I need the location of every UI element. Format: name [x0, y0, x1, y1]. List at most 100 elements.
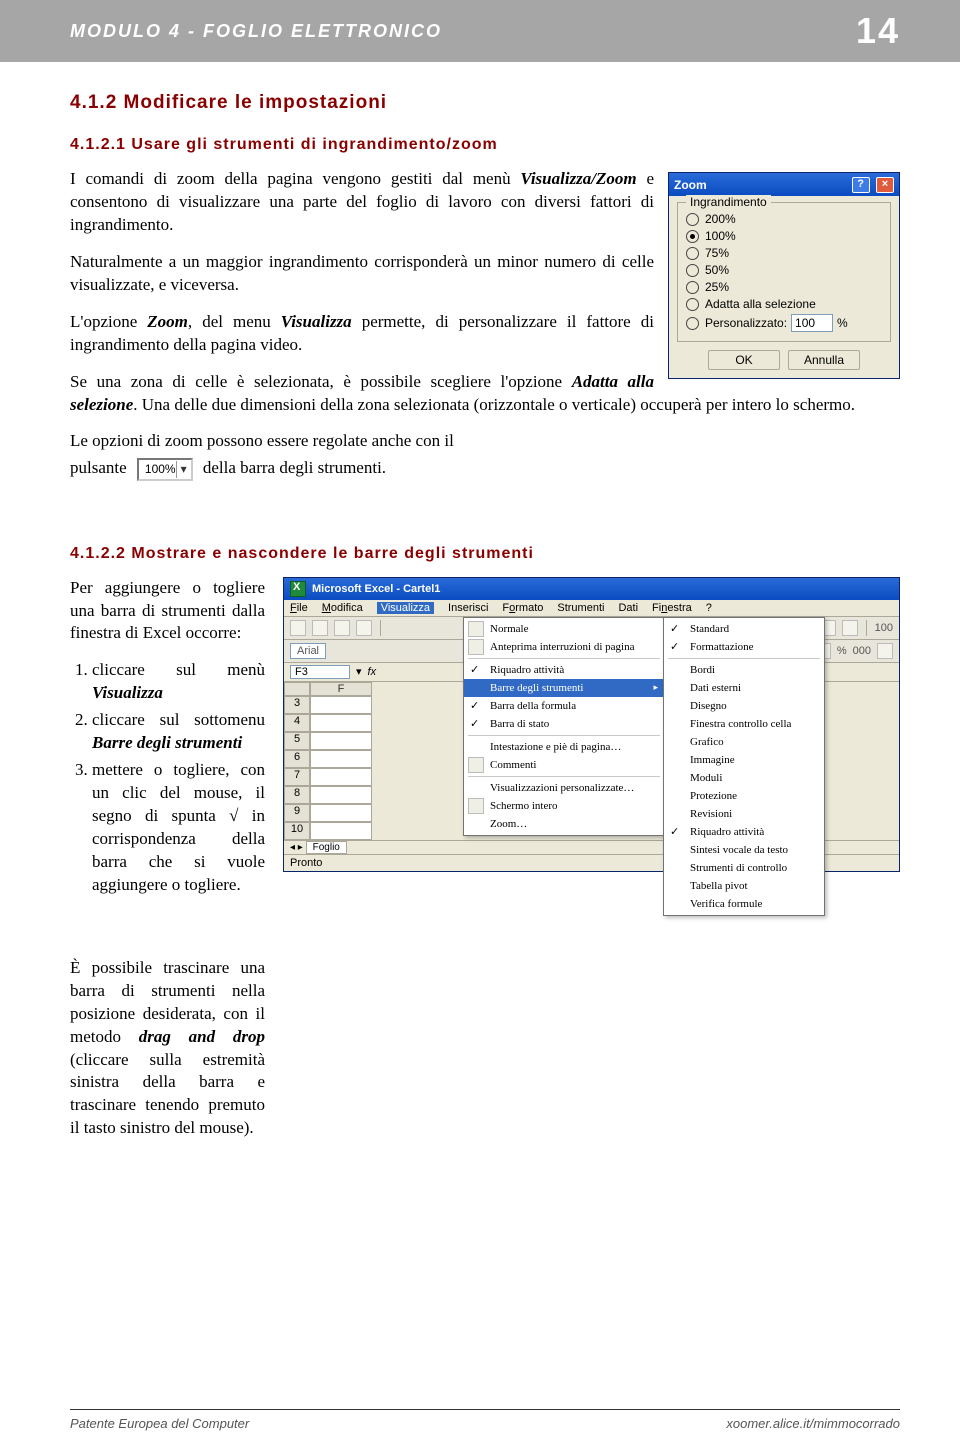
body-paragraph: Per aggiungere o togliere una barra di s…	[70, 577, 265, 646]
zoom-option-200[interactable]: 200%	[686, 212, 882, 226]
zoom-dialog: Zoom ? × Ingrandimento 200% 100% 75% 50%…	[668, 172, 900, 379]
row-header[interactable]: 6	[284, 750, 310, 768]
chevron-down-icon[interactable]: ▾	[176, 461, 191, 477]
toolbar-item-immagine[interactable]: Immagine	[664, 751, 824, 769]
zoom-option-50[interactable]: 50%	[686, 263, 882, 277]
row-header[interactable]: 5	[284, 732, 310, 750]
menu-item-vis-pers[interactable]: Visualizzazioni personalizzate…	[464, 779, 664, 797]
toolbar-item-controllo[interactable]: Strumenti di controllo	[664, 859, 824, 877]
menu-item-anteprima[interactable]: Anteprima interruzioni di pagina	[464, 638, 664, 656]
row-header[interactable]: 7	[284, 768, 310, 786]
menu-visualizza[interactable]: Visualizza	[377, 602, 434, 614]
zoom-option-100[interactable]: 100%	[686, 229, 882, 243]
toolbar-item-verifica[interactable]: Verifica formule	[664, 895, 824, 913]
page-header: MODULO 4 - FOGLIO ELETTRONICO 14	[0, 0, 960, 62]
zoom-option-25[interactable]: 25%	[686, 280, 882, 294]
toolbar-item-bordi[interactable]: Bordi	[664, 661, 824, 679]
menu-dati[interactable]: Dati	[618, 602, 638, 614]
fx-icon[interactable]: fx	[368, 666, 377, 678]
name-box[interactable]: F3	[290, 665, 350, 679]
zoom-dialog-title: Zoom	[674, 178, 707, 192]
subsection-heading: 4.1.2.2 Mostrare e nascondere le barre d…	[70, 545, 900, 563]
comment-icon	[468, 757, 484, 773]
list-item: cliccare sul sottomenu Barre degli strum…	[92, 709, 265, 755]
section-heading: 4.1.2 Modificare le impostazioni	[70, 92, 900, 114]
menu-modifica[interactable]: Modifica	[322, 602, 363, 614]
column-header[interactable]: F	[310, 682, 372, 696]
zoom-value[interactable]: 100	[875, 622, 893, 634]
body-paragraph: pulsante 100% ▾ della barra degli strume…	[70, 457, 900, 480]
row-header[interactable]: 10	[284, 822, 310, 840]
open-icon[interactable]	[312, 620, 328, 636]
cancel-button[interactable]: Annulla	[788, 350, 860, 370]
excel-window: Microsoft Excel - Cartel1 File Modifica …	[283, 577, 900, 872]
zoom-option-75[interactable]: 75%	[686, 246, 882, 260]
percent-icon[interactable]: %	[837, 645, 847, 657]
toolbar-item-dati[interactable]: Dati esterni	[664, 679, 824, 697]
toolbar-item-standard[interactable]: ✓Standard	[664, 620, 824, 638]
print-icon[interactable]	[356, 620, 372, 636]
list-item: cliccare sul menù Visualizza	[92, 659, 265, 705]
toolbar-item-disegno[interactable]: Disegno	[664, 697, 824, 715]
toolbar-item-protezione[interactable]: Protezione	[664, 787, 824, 805]
menu-finestra[interactable]: Finestra	[652, 602, 692, 614]
body-paragraph: Le opzioni di zoom possono essere regola…	[70, 430, 900, 453]
menu-inserisci[interactable]: Inserisci	[448, 602, 488, 614]
toolbar-item-sintesi[interactable]: Sintesi vocale da testo	[664, 841, 824, 859]
menu-item-zoom[interactable]: Zoom…	[464, 815, 664, 833]
fullscreen-icon	[468, 798, 484, 814]
toolbar-item-finestra[interactable]: Finestra controllo cella	[664, 715, 824, 733]
menu-item-normale[interactable]: Normale	[464, 620, 664, 638]
pagebreak-icon	[468, 639, 484, 655]
save-icon[interactable]	[334, 620, 350, 636]
menu-item-riquadro[interactable]: ✓Riquadro attività	[464, 661, 664, 679]
font-select[interactable]: Arial	[290, 643, 326, 659]
toolbar-item-riquadro[interactable]: ✓Riquadro attività	[664, 823, 824, 841]
row-header[interactable]: 3	[284, 696, 310, 714]
toolbar-item-pivot[interactable]: Tabella pivot	[664, 877, 824, 895]
menu-item-formula[interactable]: ✓Barra della formula	[464, 697, 664, 715]
ok-button[interactable]: OK	[708, 350, 780, 370]
footer-left: Patente Europea del Computer	[70, 1416, 249, 1431]
page-footer: Patente Europea del Computer xoomer.alic…	[70, 1409, 900, 1431]
menu-item-schermo[interactable]: Schermo intero	[464, 797, 664, 815]
menu-item-stato[interactable]: ✓Barra di stato	[464, 715, 664, 733]
menu-strumenti[interactable]: Strumenti	[557, 602, 604, 614]
menu-item-commenti[interactable]: Commenti	[464, 756, 664, 774]
instruction-list: cliccare sul menù Visualizza cliccare su…	[70, 659, 265, 896]
zoom-options-group: Ingrandimento 200% 100% 75% 50% 25% Adat…	[677, 202, 891, 342]
row-header[interactable]: 8	[284, 786, 310, 804]
normal-icon	[468, 621, 484, 637]
menu-bar: File Modifica Visualizza Inserisci Forma…	[284, 600, 899, 617]
chart-icon[interactable]	[842, 620, 858, 636]
menu-item-barre[interactable]: Barre degli strumenti▸	[464, 679, 664, 697]
row-header[interactable]: 9	[284, 804, 310, 822]
zoom-option-fit[interactable]: Adatta alla selezione	[686, 297, 882, 311]
toolbar-item-moduli[interactable]: Moduli	[664, 769, 824, 787]
menu-item-intestazione[interactable]: Intestazione e piè di pagina…	[464, 738, 664, 756]
menu-file[interactable]: File	[290, 602, 308, 614]
header-title: MODULO 4 - FOGLIO ELETTRONICO	[70, 21, 442, 42]
row-header[interactable]: 4	[284, 714, 310, 732]
menu-formato[interactable]: Formato	[502, 602, 543, 614]
toolbar-item-grafico[interactable]: Grafico	[664, 733, 824, 751]
zoom-custom-input[interactable]: 100	[791, 314, 833, 332]
toolbar-item-formattazione[interactable]: ✓Formattazione	[664, 638, 824, 656]
zoom-option-custom[interactable]: Personalizzato: 100 %	[686, 314, 882, 332]
menu-help[interactable]: ?	[706, 602, 712, 614]
group-legend: Ingrandimento	[686, 195, 771, 209]
sheet-tab[interactable]: Foglio	[306, 841, 347, 854]
toolbar-item-revisioni[interactable]: Revisioni	[664, 805, 824, 823]
zoom-dialog-titlebar: Zoom ? ×	[669, 173, 899, 196]
footer-right: xoomer.alice.it/mimmocorrado	[726, 1416, 900, 1431]
excel-icon	[290, 581, 306, 597]
visualizza-menu: Normale Anteprima interruzioni di pagina…	[463, 617, 665, 836]
close-icon[interactable]: ×	[876, 177, 894, 193]
body-paragraph: È possibile trascinare una barra di stru…	[70, 957, 265, 1141]
new-icon[interactable]	[290, 620, 306, 636]
zoom-combo[interactable]: 100% ▾	[137, 458, 193, 480]
help-icon[interactable]: ?	[852, 177, 870, 193]
subsection-heading: 4.1.2.1 Usare gli strumenti di ingrandim…	[70, 136, 900, 154]
indent-icon[interactable]	[877, 643, 893, 659]
excel-titlebar: Microsoft Excel - Cartel1	[284, 578, 899, 600]
